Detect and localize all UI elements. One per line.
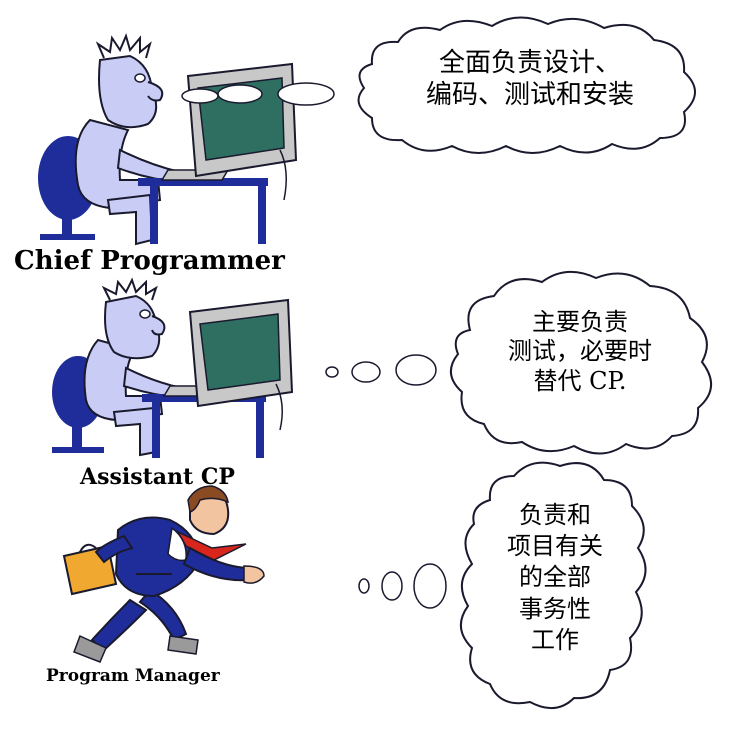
- manager-hand: [243, 565, 265, 584]
- assistant-desk-leg-right: [256, 402, 264, 458]
- assistant-responsibility-line-3: 替代 CP.: [533, 366, 627, 395]
- manager-back-leg: [90, 598, 148, 652]
- assistant-nose: [151, 315, 166, 336]
- chief-desk-leg-left: [150, 186, 158, 244]
- chief-responsibility-line-1: 全面负责设计、: [438, 48, 621, 78]
- chief-hair: [95, 33, 152, 59]
- assistant-thought-dot-1: [325, 366, 339, 378]
- manager-responsibility-line-2: 项目有关: [507, 532, 603, 561]
- manager-thought-dot-2: [381, 571, 403, 601]
- assistant-screen: [199, 313, 281, 391]
- assistant-chair-base: [52, 447, 104, 453]
- assistant-desk-leg-left: [152, 402, 160, 458]
- assistant-eye: [139, 309, 151, 319]
- assistant-chair-post: [72, 420, 82, 450]
- manager-thought-dot-3: [413, 563, 447, 609]
- chief-leg: [106, 193, 154, 246]
- manager-front-shoe: [167, 635, 199, 655]
- assistant-cp-label: Assistant CP: [80, 464, 235, 490]
- chief-head: [98, 54, 158, 129]
- assistant-cp-illustration: [52, 277, 294, 458]
- assistant-responsibility-line-1: 主要负责: [532, 308, 628, 336]
- chief-thought-dot-2: [217, 84, 263, 104]
- manager-responsibility-text: 负责和 项目有关 的全部 事务性 工作: [480, 500, 630, 656]
- assistant-responsibility-line-2: 测试，必要时: [508, 337, 652, 366]
- program-manager-illustration: [62, 485, 265, 663]
- chief-nose: [147, 81, 164, 102]
- assistant-thought-dot-3: [395, 354, 437, 386]
- assistant-leg: [112, 406, 158, 457]
- chief-eye: [134, 73, 146, 83]
- assistant-responsibility-text: 主要负责 测试，必要时 替代 CP.: [470, 308, 690, 396]
- chief-thought-dot-1: [181, 88, 219, 104]
- manager-responsibility-line-4: 事务性: [519, 594, 591, 623]
- assistant-thought-dot-2: [351, 361, 381, 383]
- chief-chair-post: [62, 205, 72, 237]
- manager-thought-dot-1: [358, 578, 370, 594]
- chief-desk-leg-right: [258, 186, 266, 244]
- assistant-head: [104, 294, 161, 360]
- roles-diagram: Chief Programmer Assistant CP Program Ma…: [0, 0, 738, 733]
- program-manager-label: Program Manager: [46, 666, 220, 686]
- manager-responsibility-line-5: 工作: [531, 625, 579, 654]
- chief-responsibility-text: 全面负责设计、 编码、测试和安装: [380, 48, 680, 111]
- chief-programmer-illustration: [38, 33, 335, 246]
- chief-programmer-label: Chief Programmer: [14, 246, 285, 276]
- manager-responsibility-line-1: 负责和: [519, 501, 591, 529]
- chief-thought-dot-3: [277, 82, 335, 106]
- manager-responsibility-line-3: 的全部: [519, 563, 591, 592]
- manager-front-leg: [138, 588, 188, 642]
- chief-chair-base: [40, 234, 95, 240]
- chief-responsibility-line-2: 编码、测试和安装: [425, 79, 634, 110]
